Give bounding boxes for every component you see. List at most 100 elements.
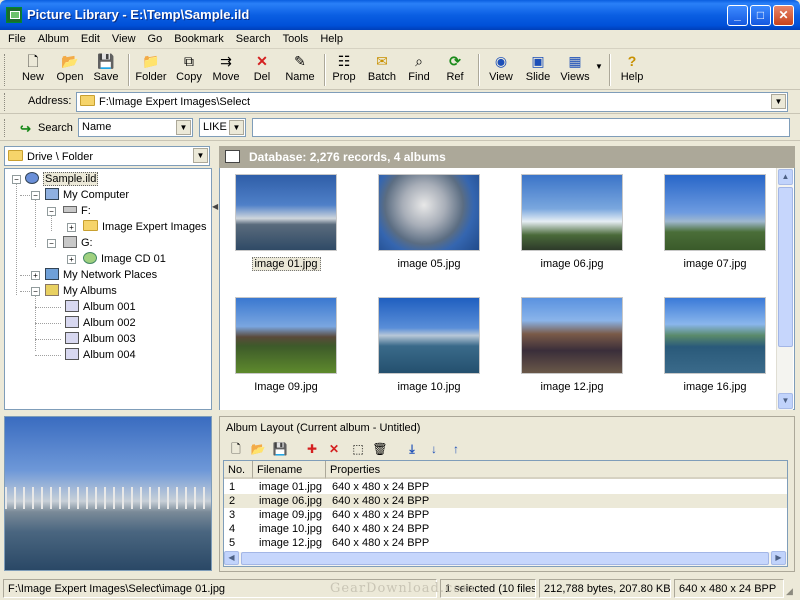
- menu-tools[interactable]: Tools: [277, 30, 315, 45]
- thumbnail-caption[interactable]: Image 09.jpg: [226, 381, 346, 393]
- delete-button[interactable]: ✕ Del: [245, 51, 279, 89]
- drive-folder-select[interactable]: Drive \ Folder ▼: [4, 146, 210, 166]
- maximize-button[interactable]: □: [750, 5, 771, 26]
- table-row[interactable]: 5 image 12.jpg 640 x 480 x 24 BPP: [224, 536, 787, 550]
- find-button[interactable]: ⌕ Find: [402, 51, 436, 89]
- thumbnail-image[interactable]: [521, 297, 623, 374]
- minimize-button[interactable]: _: [727, 5, 748, 26]
- close-button[interactable]: ✕: [773, 5, 794, 26]
- menu-bookmark[interactable]: Bookmark: [168, 30, 230, 45]
- save-button[interactable]: 💾 Save: [88, 51, 124, 89]
- move-bottom-icon[interactable]: ⤓: [404, 441, 420, 457]
- address-input[interactable]: F:\Image Expert Images\Select ▼: [76, 92, 788, 112]
- tree-item-image-expert-images[interactable]: Image Expert Images: [83, 219, 207, 235]
- remove-item-icon[interactable]: ✕: [326, 441, 342, 457]
- folder-button[interactable]: 📁 Folder: [131, 51, 171, 89]
- resize-grip-icon[interactable]: ◢: [786, 586, 793, 597]
- tree-item-album-003[interactable]: Album 003: [65, 331, 136, 347]
- scroll-right-icon[interactable]: ▶: [771, 551, 786, 565]
- collapse-toggle[interactable]: −: [31, 191, 40, 200]
- collapse-toggle[interactable]: −: [47, 239, 56, 248]
- views-button[interactable]: ▦ Views: [557, 51, 593, 89]
- view-button[interactable]: ◉ View: [482, 51, 520, 89]
- thumbnail-image[interactable]: [378, 174, 480, 251]
- thumbnail-image[interactable]: [664, 174, 766, 251]
- tree-item-drive-f[interactable]: F:: [63, 203, 91, 219]
- add-item-icon[interactable]: ✚: [304, 441, 320, 457]
- table-row[interactable]: 4 image 10.jpg 640 x 480 x 24 BPP: [224, 522, 787, 536]
- tree-item-my-albums[interactable]: My Albums: [45, 283, 117, 299]
- app-icon[interactable]: [6, 7, 22, 23]
- thumbnail-scrollbar[interactable]: ▲ ▼: [776, 168, 793, 410]
- properties-button[interactable]: ☷ Prop: [327, 51, 361, 89]
- thumbnail-caption[interactable]: image 05.jpg: [369, 258, 489, 270]
- tree-item-my-network-places[interactable]: My Network Places: [45, 267, 157, 283]
- thumbnail-image[interactable]: [378, 297, 480, 374]
- search-go-icon[interactable]: ↪: [20, 121, 31, 137]
- chevron-down-icon[interactable]: ▼: [193, 148, 208, 163]
- column-header-properties[interactable]: Properties: [326, 461, 787, 479]
- thumbnail-caption[interactable]: image 10.jpg: [369, 381, 489, 393]
- album-file-list[interactable]: No. Filename Properties 1 image 01.jpg 640…: [223, 460, 788, 567]
- menu-album[interactable]: Album: [32, 30, 75, 45]
- chevron-down-icon[interactable]: ▼: [229, 120, 244, 135]
- trash-icon[interactable]: 🗑: [372, 441, 388, 457]
- address-grip[interactable]: [4, 93, 7, 111]
- table-row[interactable]: 2 image 06.jpg 640 x 480 x 24 BPP: [224, 494, 787, 508]
- scrollbar-thumb[interactable]: [778, 187, 793, 347]
- album-list-hscrollbar[interactable]: ◀ ▶: [224, 551, 787, 566]
- refresh-button[interactable]: ⟳ Ref: [437, 51, 473, 89]
- search-input[interactable]: [252, 118, 790, 137]
- scrollbar-thumb[interactable]: [241, 552, 769, 565]
- thumbnail-image[interactable]: [235, 297, 337, 374]
- menu-edit[interactable]: Edit: [75, 30, 106, 45]
- thumbnail-caption[interactable]: image 06.jpg: [512, 258, 632, 270]
- tree-item-album-004[interactable]: Album 004: [65, 347, 136, 363]
- title-bar[interactable]: Picture Library - E:\Temp\Sample.ild _ □…: [0, 0, 800, 30]
- thumbnail-image[interactable]: [235, 174, 337, 251]
- collapse-toggle[interactable]: −: [12, 175, 21, 184]
- tree-item-drive-g[interactable]: G:: [63, 235, 93, 251]
- expand-toggle[interactable]: +: [31, 271, 40, 280]
- column-header-filename[interactable]: Filename: [253, 461, 326, 479]
- move-up-icon[interactable]: ↑: [448, 441, 464, 457]
- menu-go[interactable]: Go: [142, 30, 169, 45]
- collapse-toggle[interactable]: −: [31, 287, 40, 296]
- table-row[interactable]: 3 image 09.jpg 640 x 480 x 24 BPP: [224, 508, 787, 522]
- search-field-select[interactable]: Name ▼: [78, 118, 193, 137]
- thumbnail-caption[interactable]: image 01.jpg: [226, 257, 346, 271]
- slide-button[interactable]: ▣ Slide: [520, 51, 556, 89]
- chevron-down-icon[interactable]: ▼: [176, 120, 191, 135]
- menu-search[interactable]: Search: [230, 30, 277, 45]
- search-operator-select[interactable]: LIKE ▼: [199, 118, 246, 137]
- expand-toggle[interactable]: +: [67, 223, 76, 232]
- move-down-icon[interactable]: ↓: [426, 441, 442, 457]
- thumbnail-caption[interactable]: image 16.jpg: [655, 381, 775, 393]
- open-button[interactable]: 📂 Open: [52, 51, 88, 89]
- chevron-down-icon[interactable]: ▼: [771, 94, 786, 109]
- thumbnail-caption[interactable]: image 07.jpg: [655, 258, 775, 270]
- toolbar-grip[interactable]: [4, 54, 7, 86]
- thumbnail-image[interactable]: [521, 174, 623, 251]
- tree-item-album-002[interactable]: Album 002: [65, 315, 136, 331]
- tree-item-album-001[interactable]: Album 001: [65, 299, 136, 315]
- scroll-down-icon[interactable]: ▼: [778, 393, 793, 409]
- search-grip[interactable]: [4, 119, 7, 137]
- open-album-icon[interactable]: 📂: [250, 441, 266, 457]
- select-all-icon[interactable]: ⬚: [350, 441, 366, 457]
- thumbnail-caption[interactable]: image 12.jpg: [512, 381, 632, 393]
- save-album-icon[interactable]: 💾: [272, 441, 288, 457]
- search-label[interactable]: Search: [38, 122, 73, 134]
- tree-item-my-computer[interactable]: My Computer: [45, 187, 129, 203]
- menu-file[interactable]: File: [0, 30, 32, 45]
- collapse-arrow-icon[interactable]: ◀: [212, 202, 218, 211]
- pane-splitter[interactable]: ◀: [212, 146, 218, 410]
- new-album-icon[interactable]: 🗋: [228, 441, 244, 457]
- thumbnail-image[interactable]: [664, 297, 766, 374]
- scroll-left-icon[interactable]: ◀: [224, 551, 239, 565]
- table-row[interactable]: 1 image 01.jpg 640 x 480 x 24 BPP: [224, 480, 787, 494]
- thumbnail-grid[interactable]: image 01.jpg image 05.jpg image 06.jpg i…: [220, 168, 776, 410]
- batch-button[interactable]: ✉ Batch: [362, 51, 402, 89]
- move-button[interactable]: ⇉ Move: [207, 51, 245, 89]
- tree-item-image-cd-01[interactable]: Image CD 01: [83, 251, 166, 267]
